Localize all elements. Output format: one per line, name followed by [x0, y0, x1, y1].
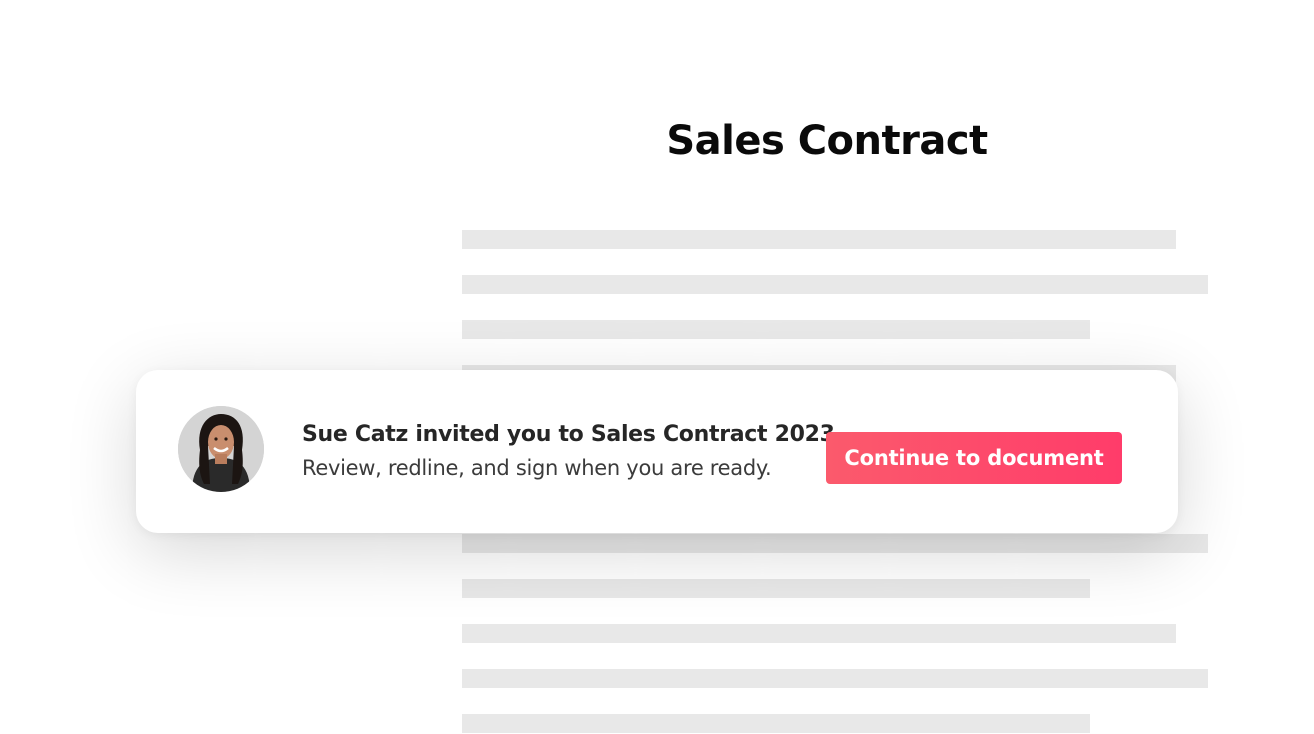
document-text-line: [462, 275, 1208, 294]
document-text-line: [462, 320, 1090, 339]
continue-to-document-button[interactable]: Continue to document: [826, 432, 1122, 484]
invite-subtitle: Review, redline, and sign when you are r…: [302, 456, 772, 480]
document-text-line: [462, 669, 1208, 688]
document-title: Sales Contract: [666, 118, 988, 164]
avatar-photo-icon: [178, 406, 264, 492]
document-text-line: [462, 579, 1090, 598]
invite-message: Sue Catz invited you to Sales Contract 2…: [302, 422, 835, 480]
sender-avatar: [178, 406, 264, 492]
invite-notification-card: Sue Catz invited you to Sales Contract 2…: [136, 370, 1178, 533]
document-text-line: [462, 714, 1090, 733]
document-text-line: [462, 230, 1176, 249]
invite-title: Sue Catz invited you to Sales Contract 2…: [302, 422, 835, 447]
document-text-line: [462, 624, 1176, 643]
document-text-line: [462, 534, 1208, 553]
